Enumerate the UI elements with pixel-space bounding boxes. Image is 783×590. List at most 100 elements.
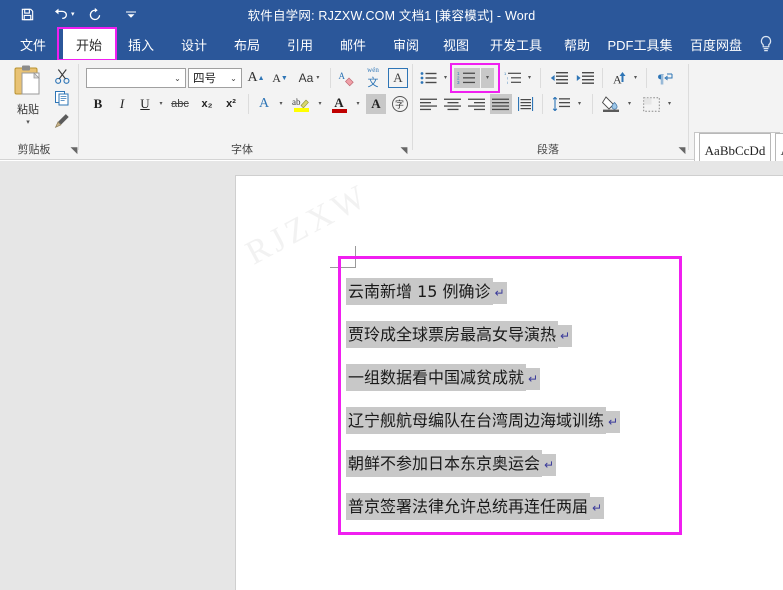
tab-design[interactable]: 设计 <box>175 28 213 60</box>
document-page[interactable]: RJZXW 云南新增 15 例确诊 ↵ 贾玲成全球票房最高女导演热 ↵ 一组数据看中… <box>235 175 783 590</box>
style-sample-text: AaBbCcDd <box>704 143 766 158</box>
underline-button[interactable]: U <box>136 94 154 114</box>
clipboard-dialog-launcher[interactable]: ◥ <box>68 144 80 156</box>
paste-dropdown-caret[interactable]: ▾ <box>26 118 30 126</box>
group-separator <box>646 68 647 88</box>
grow-font-icon[interactable]: A ▲ <box>246 68 266 88</box>
paragraph-group-label: 段落 <box>537 144 559 156</box>
redo-icon[interactable] <box>82 1 108 27</box>
character-border-icon[interactable]: A <box>388 68 408 88</box>
tab-references[interactable]: 引用 <box>281 28 319 60</box>
document-area[interactable]: RJZXW 云南新增 15 例确诊 ↵ 贾玲成全球票房最高女导演热 ↵ 一组数据看中… <box>0 161 783 590</box>
title-bar: ▾ 软件自学网: RJZXW.COM 文档1 [兼容模式] - Word <box>0 0 783 28</box>
align-center-icon[interactable] <box>442 94 464 114</box>
font-dialog-launcher[interactable]: ◥ <box>398 144 410 156</box>
document-line[interactable]: 贾玲成全球票房最高女导演热 ↵ <box>346 321 573 348</box>
tab-help[interactable]: 帮助 <box>558 28 596 60</box>
align-right-icon[interactable] <box>466 94 488 114</box>
bullets-dropdown-caret[interactable]: ▾ <box>440 68 451 88</box>
decrease-indent-icon[interactable] <box>548 68 570 88</box>
multilevel-dropdown-caret[interactable]: ▾ <box>524 68 535 88</box>
paragraph-mark-icon: ↵ <box>606 411 621 433</box>
italic-button[interactable]: I <box>112 94 132 114</box>
numbering-dropdown-caret[interactable]: ▾ <box>481 68 494 88</box>
ribbon: 粘贴 ▾ 剪贴板 ◥ ⌄ 四号 ⌄ A ▲ A ▼ Aa ▾ A wén 文 A… <box>0 60 783 188</box>
font-size-value: 四号 <box>193 73 216 85</box>
justify-icon[interactable] <box>490 94 512 114</box>
tab-mailings[interactable]: 邮件 <box>334 28 372 60</box>
tab-pdf-tools[interactable]: PDF工具集 <box>604 28 676 60</box>
document-line[interactable]: 普京签署法律允许总统再连任两届 ↵ <box>346 493 605 520</box>
borders-dropdown-caret[interactable]: ▾ <box>664 94 675 114</box>
clear-formatting-icon[interactable]: A <box>336 68 358 88</box>
increase-indent-icon[interactable] <box>574 68 596 88</box>
svg-text:i: i <box>507 80 508 85</box>
cut-icon[interactable] <box>52 66 72 86</box>
subscript-button[interactable]: x₂ <box>196 94 218 114</box>
customize-qat-icon[interactable] <box>118 1 144 27</box>
distribute-icon[interactable] <box>514 94 536 114</box>
document-line[interactable]: 一组数据看中国减贫成就 ↵ <box>346 364 541 391</box>
tab-layout[interactable]: 布局 <box>228 28 266 60</box>
chevron-down-icon[interactable]: ⌄ <box>170 69 185 87</box>
show-formatting-marks-icon[interactable]: ¶ <box>654 68 676 88</box>
paragraph-dialog-launcher[interactable]: ◥ <box>676 144 688 156</box>
chevron-down-icon[interactable]: ⌄ <box>226 69 241 87</box>
document-line[interactable]: 云南新增 15 例确诊 ↵ <box>346 278 507 305</box>
change-case-icon[interactable]: Aa ▾ <box>296 68 322 88</box>
change-case-label: Aa <box>298 71 314 85</box>
tab-file[interactable]: 文件 <box>14 28 52 60</box>
font-color-icon[interactable]: A <box>328 94 350 114</box>
bold-button[interactable]: B <box>88 94 108 114</box>
group-separator <box>540 68 541 88</box>
underline-dropdown-caret[interactable]: ▾ <box>155 94 167 114</box>
character-shading-icon[interactable]: A <box>366 94 386 114</box>
borders-icon[interactable] <box>640 94 662 114</box>
line-spacing-dropdown-caret[interactable]: ▾ <box>574 94 585 114</box>
shading-dropdown-caret[interactable]: ▾ <box>624 94 635 114</box>
sort-dropdown-caret[interactable]: ▾ <box>630 68 641 88</box>
document-line[interactable]: 朝鲜不参加日本东京奥运会 ↵ <box>346 450 557 477</box>
strikethrough-button[interactable]: abc <box>168 94 192 114</box>
text-effects-icon[interactable]: A <box>254 94 274 114</box>
tab-view[interactable]: 视图 <box>437 28 475 60</box>
font-size-combo[interactable]: 四号 ⌄ <box>188 68 242 88</box>
font-group-label: 字体 <box>231 144 253 156</box>
line-spacing-icon[interactable] <box>550 94 572 114</box>
tab-baidu-netdisk[interactable]: 百度网盘 <box>684 28 748 60</box>
highlight-color-icon[interactable]: ab <box>290 94 312 114</box>
align-left-icon[interactable] <box>418 94 440 114</box>
phonetic-guide-icon[interactable]: wén 文 <box>362 66 384 90</box>
tab-insert[interactable]: 插入 <box>122 28 160 60</box>
shrink-font-icon[interactable]: A ▼ <box>270 68 290 88</box>
format-painter-icon[interactable] <box>52 110 72 130</box>
bullets-icon[interactable] <box>418 68 440 88</box>
group-separator <box>602 68 603 88</box>
font-name-combo[interactable]: ⌄ <box>86 68 186 88</box>
group-separator <box>330 68 331 88</box>
shading-icon[interactable] <box>600 94 622 114</box>
tab-developer[interactable]: 开发工具 <box>484 28 548 60</box>
document-line-text: 云南新增 15 例确诊 <box>346 278 493 305</box>
sort-icon[interactable]: A <box>608 68 630 88</box>
multilevel-list-icon[interactable]: 1 i i <box>502 68 524 88</box>
superscript-button[interactable]: x² <box>220 94 242 114</box>
tab-home[interactable]: 开始 <box>63 28 115 60</box>
paste-label: 粘贴 <box>17 104 39 116</box>
save-icon[interactable] <box>14 1 40 27</box>
font-color-dropdown-caret[interactable]: ▾ <box>352 94 364 114</box>
copy-icon[interactable] <box>52 88 72 108</box>
tab-review[interactable]: 审阅 <box>387 28 425 60</box>
svg-text:¶: ¶ <box>658 71 664 86</box>
paragraph-mark-icon: ↵ <box>542 454 557 476</box>
quick-access-toolbar[interactable]: ▾ <box>14 0 144 28</box>
numbering-button[interactable]: 1 2 3 <box>454 68 480 88</box>
paste-button[interactable]: 粘贴 ▾ <box>6 64 50 140</box>
document-line[interactable]: 辽宁舰航母编队在台湾周边海域训练 ↵ <box>346 407 621 434</box>
svg-text:3: 3 <box>457 80 460 85</box>
lightbulb-icon[interactable] <box>754 32 778 56</box>
text-effects-dropdown-caret[interactable]: ▾ <box>275 94 287 114</box>
enclose-character-icon[interactable]: 字 <box>390 94 410 114</box>
undo-dropdown-caret[interactable]: ▾ <box>71 11 75 18</box>
highlight-dropdown-caret[interactable]: ▾ <box>314 94 326 114</box>
